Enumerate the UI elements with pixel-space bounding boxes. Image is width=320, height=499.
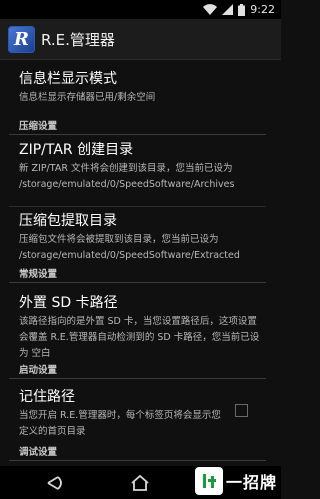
app-icon-letter: R [14, 29, 29, 50]
section-header-label: 压缩设置 [19, 121, 58, 132]
signal-icon [222, 4, 234, 15]
pref-title: 信息栏显示模式 [19, 71, 117, 87]
remember-path-checkbox[interactable] [235, 404, 248, 417]
pref-summary: 该路径指向的是外置 SD 卡，当您设置路径后，这项设置会覆盖 R.E.管理器自动… [19, 316, 260, 359]
status-bar: 9:22 [0, 0, 281, 19]
watermark-icon [195, 466, 223, 495]
divider [9, 206, 266, 207]
pref-remember-path[interactable]: 记住路径 当您开启 R.E.管理器时，每个标签页将会显示您定义的首页目录 [19, 386, 224, 440]
section-header-label: 调试设置 [19, 447, 58, 458]
pref-sd-path[interactable]: 外置 SD 卡路径 该路径指向的是外置 SD 卡，当您设置路径后，这项设置会覆盖… [19, 292, 264, 362]
section-header-label: 常规设置 [19, 269, 58, 280]
pref-statusbar-mode[interactable]: 信息栏显示模式 信息栏显示存储器已用/剩余空间 [19, 68, 264, 106]
section-header-compress: 压缩设置 [9, 116, 266, 135]
pref-title: 外置 SD 卡路径 [19, 295, 118, 311]
watermark-text: 一招牌 [226, 472, 278, 492]
action-bar: R R.E.管理器 [0, 19, 281, 60]
pref-summary: 信息栏显示存储器已用/剩余空间 [19, 92, 156, 103]
section-header-debug: 调试设置 [9, 442, 266, 461]
app-icon[interactable]: R [8, 26, 35, 53]
watermark-logo: 一招牌 [195, 462, 281, 499]
status-time: 9:22 [250, 3, 275, 16]
home-icon[interactable] [130, 473, 150, 493]
section-header-startup: 启动设置 [9, 360, 266, 379]
pref-extract-dir[interactable]: 压缩包提取目录 压缩包文件将会被提取到该目录，您当前已设为 /storage/e… [19, 210, 271, 264]
pref-title: 记住路径 [19, 389, 75, 405]
section-header-general: 常规设置 [9, 264, 266, 283]
pref-zip-dir[interactable]: ZIP/TAR 创建目录 新 ZIP/TAR 文件将会创建到该目录，您当前已设为… [19, 139, 266, 193]
pref-summary: 新 ZIP/TAR 文件将会创建到该目录，您当前已设为 /storage/emu… [19, 163, 235, 190]
pref-summary: 压缩包文件将会被提取到该目录，您当前已设为 /storage/emulated/… [19, 234, 240, 261]
battery-icon [238, 3, 246, 16]
app-title: R.E.管理器 [41, 31, 115, 49]
pref-title: 压缩包提取目录 [19, 213, 117, 229]
pref-summary: 当您开启 R.E.管理器时，每个标签页将会显示您定义的首页目录 [19, 410, 221, 437]
back-icon[interactable] [45, 473, 65, 493]
pref-title: ZIP/TAR 创建目录 [19, 142, 134, 158]
section-header-label: 启动设置 [19, 365, 58, 376]
wifi-icon [203, 4, 218, 15]
